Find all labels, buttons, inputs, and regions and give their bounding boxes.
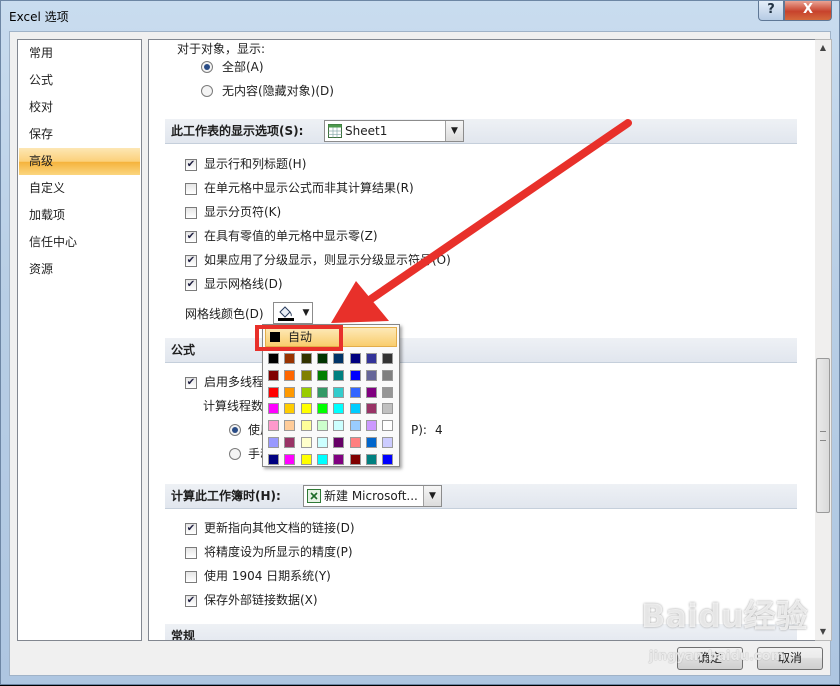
excel-options-dialog: Excel 选项 ? X 常用 公式 校对 保存 高级 自定义 加载项 信任中心 资源 对于对象… — [0, 0, 840, 685]
watermark-brand: Baidu经验 — [641, 597, 808, 635]
annotation-arrow — [331, 119, 632, 323]
watermark-url: jingyan.baidu.com — [649, 649, 785, 664]
baidu-watermark: Baidu经验 jingyan.baidu.com — [641, 591, 831, 671]
